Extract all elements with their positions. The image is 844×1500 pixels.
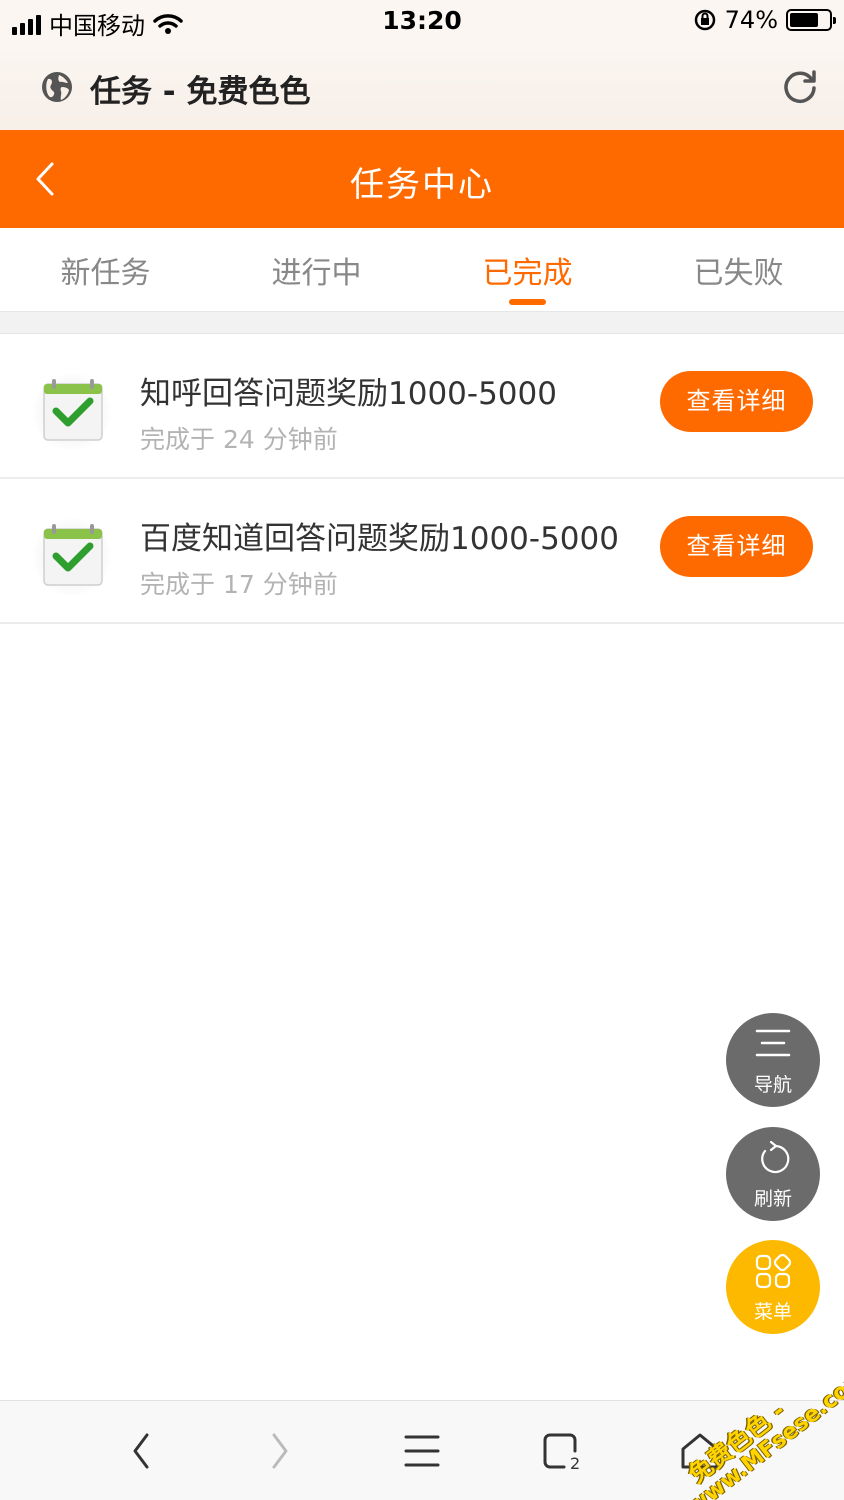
- grid-icon: [755, 1254, 792, 1289]
- refresh-fab-button[interactable]: 刷新: [726, 1127, 820, 1221]
- task-title: 百度知道回答问题奖励1000-5000: [140, 521, 619, 557]
- task-list: 知呼回答问题奖励1000-5000 完成于 24 分钟前 查看详细 百度知道回答…: [0, 334, 844, 624]
- task-completed-time: 完成于 17 分钟前: [140, 570, 338, 599]
- task-title: 知呼回答问题奖励1000-5000: [140, 376, 557, 412]
- tab-label: 新任务: [60, 256, 151, 291]
- calendar-check-icon: [32, 372, 112, 452]
- task-tabs: 新任务 进行中 已完成 已失败: [0, 228, 844, 312]
- tab-new[interactable]: 新任务: [0, 228, 211, 311]
- app-header: 任务中心: [0, 130, 844, 228]
- battery-percent: 74%: [724, 6, 778, 34]
- status-bar: 中国移动 13:20 74%: [0, 0, 844, 44]
- tab-label: 已完成: [482, 256, 573, 291]
- tab-label: 已失败: [693, 256, 784, 291]
- active-tab-indicator: [509, 299, 546, 305]
- globe-icon[interactable]: [40, 70, 74, 104]
- tabs-icon[interactable]: 2: [540, 1429, 584, 1473]
- header-title: 任务中心: [350, 165, 494, 205]
- section-divider: [0, 312, 844, 334]
- nav-fab-label: 导航: [753, 1074, 792, 1096]
- task-completed-time: 完成于 24 分钟前: [140, 425, 338, 454]
- rotation-lock-icon: [694, 9, 715, 31]
- hamburger-menu-icon[interactable]: [400, 1429, 444, 1473]
- refresh-icon: [761, 1141, 790, 1174]
- status-right: 74%: [693, 6, 836, 34]
- page-title: 任务 - 免费色色: [90, 74, 311, 110]
- menu-fab-label: 菜单: [753, 1301, 792, 1323]
- refresh-fab-label: 刷新: [753, 1188, 792, 1210]
- refresh-icon[interactable]: [780, 66, 820, 106]
- menu-lines-icon: [755, 1029, 791, 1057]
- forward-arrow-icon[interactable]: [258, 1429, 302, 1473]
- tab-completed[interactable]: 已完成: [422, 228, 633, 311]
- tab-label: 进行中: [271, 256, 362, 291]
- calendar-check-icon: [32, 517, 112, 597]
- task-item: 知呼回答问题奖励1000-5000 完成于 24 分钟前 查看详细: [0, 334, 844, 479]
- view-details-button[interactable]: 查看详细: [660, 371, 813, 432]
- svg-text:2: 2: [570, 1454, 580, 1473]
- tab-in-progress[interactable]: 进行中: [211, 228, 422, 311]
- view-details-button[interactable]: 查看详细: [660, 516, 813, 577]
- nav-fab-button[interactable]: 导航: [726, 1013, 820, 1107]
- back-arrow-icon[interactable]: [119, 1429, 163, 1473]
- browser-bar: 任务 - 免费色色: [0, 44, 844, 130]
- tab-failed[interactable]: 已失败: [633, 228, 844, 311]
- menu-fab-button[interactable]: 菜单: [726, 1240, 820, 1334]
- task-item: 百度知道回答问题奖励1000-5000 完成于 17 分钟前 查看详细: [0, 479, 844, 624]
- battery-icon: [786, 9, 836, 31]
